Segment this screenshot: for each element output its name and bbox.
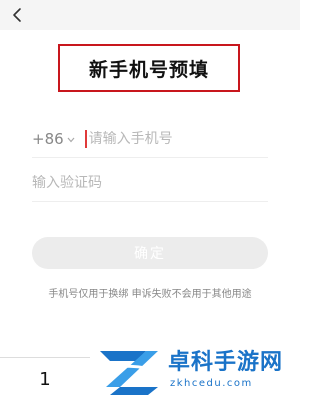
back-button[interactable] — [6, 4, 28, 26]
verification-code-input[interactable] — [32, 175, 202, 191]
confirm-button[interactable]: 确定 — [32, 237, 268, 269]
country-code-selector[interactable]: +86 — [32, 130, 75, 148]
phone-input[interactable] — [88, 131, 259, 147]
watermark-url: zkhcedu.com — [170, 378, 253, 389]
page-title: 新手机号预填 — [88, 58, 209, 81]
keyboard-key-1[interactable]: 1 — [0, 357, 90, 400]
text-cursor — [84, 130, 87, 148]
watermark-name: 卓科手游网 — [168, 350, 284, 375]
keyboard-key-label: 1 — [39, 368, 51, 390]
privacy-hint: 手机号仅用于换绑 申诉失败不会用于其他用途 — [48, 289, 252, 300]
chevron-down-icon — [67, 137, 75, 142]
top-bar — [0, 0, 300, 30]
verification-code-row — [32, 165, 268, 202]
phone-input-row: +86 — [32, 121, 268, 158]
chevron-left-icon — [13, 8, 21, 22]
title-highlight-box: 新手机号预填 — [58, 44, 240, 92]
watermark: 卓科手游网 zkhcedu.com — [96, 343, 300, 399]
country-code-label: +86 — [32, 130, 64, 148]
z-logo-icon — [97, 351, 165, 395]
